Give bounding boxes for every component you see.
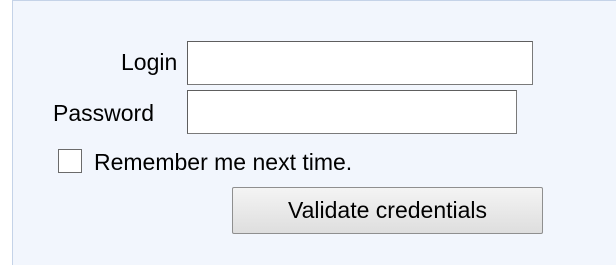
- login-input[interactable]: [187, 41, 533, 85]
- login-panel: Login Password Remember me next time. Va…: [12, 0, 616, 265]
- remember-me-label: Remember me next time.: [94, 149, 353, 175]
- password-input[interactable]: [187, 90, 517, 134]
- password-label: Password: [53, 100, 154, 126]
- login-label: Login: [121, 49, 178, 75]
- validate-credentials-button[interactable]: Validate credentials: [232, 187, 543, 234]
- remember-me-checkbox[interactable]: [58, 149, 82, 173]
